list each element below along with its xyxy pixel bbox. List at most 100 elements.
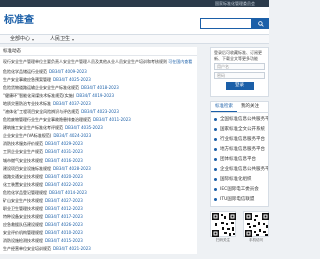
list-item-code: DB34/T 4015-2023 bbox=[45, 237, 83, 243]
list-item-title: “健康环”智能化采煤技术标准规范(实施) bbox=[3, 93, 75, 99]
list-item[interactable]: 应急救援队伍建设规程 DB34/T 4026-2023 bbox=[3, 221, 194, 229]
sidebar-link[interactable]: 全国标准信息公共服务平台 bbox=[211, 114, 268, 124]
qr-block-wechat: 扫码关注 bbox=[210, 211, 236, 243]
list-item[interactable]: 企业安全生产(VA标准规范) DB34/T 4024-2023 bbox=[3, 132, 194, 140]
list-item-code: DB34/T 4037-2023 bbox=[53, 101, 91, 107]
bullet-icon bbox=[214, 117, 217, 121]
username-field[interactable]: 用户名 bbox=[214, 63, 265, 70]
list-item[interactable]: 危险化学品登记管理规程 DB34/T 4014-2023 bbox=[3, 189, 194, 197]
list-item[interactable]: 道路交通安全技术规程 DB34/T 4020-2023 bbox=[3, 173, 194, 181]
list-item[interactable]: 职业卫生管理技术规程 DB34/T 4012-2023 bbox=[3, 205, 194, 213]
list-item-title: 建设项目安全设施标准规程 bbox=[3, 165, 51, 171]
login-note: 登录后可收藏标准、订阅更新、下载全文等更多功能 bbox=[214, 50, 262, 61]
list-item[interactable]: 工贸企业安全生产规范 DB34/T 4031-2023 bbox=[3, 148, 194, 156]
list-item-title: 应急救援队伍建设规程 bbox=[3, 221, 43, 227]
lead-text: 现行安全生产管理单位主要负责人安全生产管理人员及其他从业人员安全生产培训和考核规… bbox=[3, 59, 167, 64]
list-item[interactable]: 特种设备安全技术规程 DB34/T 4017-2023 bbox=[3, 213, 194, 221]
qr-label-mobile: 手机访问 bbox=[249, 238, 263, 242]
list-item[interactable]: 安全评价机构管理规程 DB34/T 4010-2023 bbox=[3, 229, 194, 237]
list-item-title: 企业安全生产(VA标准规范) bbox=[3, 133, 52, 139]
list-item[interactable]: 建设项目安全设施标准规程 DB34/T 4028-2023 bbox=[3, 165, 194, 173]
qr-codes: 扫码关注 手机访问 bbox=[210, 211, 269, 243]
list-item-code: DB34/T 4035-2023 bbox=[65, 125, 103, 131]
list-item-code: DB34/T 4019-2023 bbox=[76, 93, 115, 99]
tab-my-follow[interactable]: 我的关注 bbox=[237, 102, 263, 112]
top-bar-text: 国家标准化管理委员会 bbox=[215, 1, 255, 6]
sidebar-link[interactable]: 团体标准信息平台 bbox=[211, 154, 268, 164]
bullet-icon bbox=[214, 147, 217, 151]
search-input[interactable] bbox=[200, 18, 252, 29]
sidebar-link-label: IEC国际电工委员会 bbox=[220, 187, 259, 192]
sidebar-link-label: 企业标准信息公共服务平台 bbox=[220, 167, 268, 172]
list-item[interactable]: 建筑施工安全生产标准化考评规范 DB34/T 4035-2023 bbox=[3, 124, 194, 132]
login-button[interactable]: 登录 bbox=[225, 82, 254, 90]
list-item-title: 危险化学品登记管理规程 bbox=[3, 189, 47, 195]
list-item-code: DB34/T 4031-2023 bbox=[45, 149, 83, 155]
search-button[interactable] bbox=[252, 18, 269, 29]
sidebar-link[interactable]: 企业标准信息公共服务平台 bbox=[211, 164, 268, 174]
list-item[interactable]: 矿山安全生产技术规程 DB34/T 4027-2023 bbox=[3, 197, 194, 205]
list-item-code: DB34/T 4028-2023 bbox=[53, 165, 91, 171]
nav-item-health[interactable]: 人民卫生 ▾ bbox=[50, 35, 74, 44]
list-item[interactable]: “液体化”工程项目安全风险辨识与评估规范 DB34/T 4023-2023 bbox=[3, 108, 194, 116]
list-item[interactable]: 生产安全事故应急预案管理 DB34/T 4025-2023 bbox=[3, 76, 194, 84]
list-item[interactable]: 危险废物管理行业生产安全事故隐患排查治理规范 DB34/T 4011-2023 bbox=[3, 116, 194, 124]
main-nav: 全部中心 ▾ 人民卫生 ▾ bbox=[0, 35, 269, 44]
list-item-code: DB34/T 4014-2023 bbox=[49, 189, 87, 195]
list-item-code: DB34/T 4022-2023 bbox=[45, 181, 83, 187]
sidebar-link[interactable]: 行业标准信息服务平台 bbox=[211, 134, 268, 144]
sidebar-link[interactable]: ITU国际电信联盟 bbox=[211, 194, 268, 204]
password-field[interactable]: 密码 bbox=[214, 72, 265, 79]
list-item[interactable]: 生产经营单位安全培训规范 DB34/T 4021-2023 bbox=[3, 245, 194, 253]
list-item-title: 危险废物管理行业生产安全事故隐患排查治理规范 bbox=[3, 117, 91, 123]
nav-item-all-centers[interactable]: 全部中心 ▾ bbox=[10, 35, 34, 44]
list-item-code: DB34/T 4010-2023 bbox=[45, 229, 83, 235]
list-item-code: DB34/T 4020-2023 bbox=[45, 173, 83, 179]
list-item[interactable]: 城市燃气安全技术规程 DB34/T 4016-2023 bbox=[3, 157, 194, 165]
list-item[interactable]: “健康环”智能化采煤技术标准规范(实施) DB34/T 4019-2023 bbox=[3, 92, 194, 100]
list-item-code: DB34/T 4023-2023 bbox=[81, 109, 119, 115]
news-list: 现行安全生产管理单位主要负责人安全生产管理人员及其他从业人员安全生产培训和考核规… bbox=[0, 56, 197, 253]
standards-list: 危险化学品储运行业规范 DB34/T 4009-2023 生产安全事故应急预案管理 D… bbox=[3, 68, 194, 253]
list-item-title: 建筑施工安全生产标准化考评规范 bbox=[3, 125, 63, 131]
tab-standard-search[interactable]: 标准检索 bbox=[211, 102, 237, 112]
list-item-title: 道路交通安全技术规程 bbox=[3, 173, 43, 179]
sidebar-link[interactable]: IEC国际电工委员会 bbox=[211, 184, 268, 194]
list-item[interactable]: 危险货物道路运输企业安全生产标准化规范 DB34/T 4018-2023 bbox=[3, 84, 194, 92]
list-item-title: 化工装置安全技术规程 bbox=[3, 181, 43, 187]
bullet-icon bbox=[214, 187, 217, 191]
list-item-title: 矿山安全生产技术规程 bbox=[3, 197, 43, 203]
header: 标准查 bbox=[0, 7, 269, 35]
sidebar-link[interactable]: 地方标准信息服务平台 bbox=[211, 144, 268, 154]
qr-block-mobile: 手机访问 bbox=[243, 211, 269, 243]
list-item[interactable]: 消防设施检测技术规程 DB34/T 4015-2023 bbox=[3, 237, 194, 245]
bullet-icon bbox=[214, 127, 217, 131]
list-item-title: 地质灾害防治专业技术标准 bbox=[3, 101, 51, 107]
sidebar-links: 全国标准信息公共服务平台国家标准全文公开系统行业标准信息服务平台地方标准信息服务… bbox=[210, 112, 269, 207]
list-item-title: 特种设备安全技术规程 bbox=[3, 213, 43, 219]
list-item-code: DB34/T 4009-2023 bbox=[49, 69, 87, 74]
list-item-code: DB34/T 4016-2023 bbox=[45, 157, 83, 163]
list-item[interactable]: 消防技术服务评价规范 DB34/T 4029-2023 bbox=[3, 140, 194, 148]
list-item-title: 消防技术服务评价规范 bbox=[3, 141, 43, 147]
sidebar-link-label: 团体标准信息平台 bbox=[220, 157, 256, 162]
sidebar-link-label: ITU国际电信联盟 bbox=[220, 197, 255, 202]
sidebar-link-label: 行业标准信息服务平台 bbox=[220, 137, 265, 142]
sidebar-link-label: 全国标准信息公共服务平台 bbox=[220, 117, 268, 122]
list-item-title: 生产安全事故应急预案管理 bbox=[3, 77, 51, 83]
list-item-title: 城市燃气安全技术规程 bbox=[3, 157, 43, 163]
site-logo[interactable]: 标准查 bbox=[4, 14, 34, 28]
list-item[interactable]: 化工装置安全技术规程 DB34/T 4022-2023 bbox=[3, 181, 194, 189]
list-item-code: DB34/T 4024-2023 bbox=[53, 133, 92, 139]
bullet-icon bbox=[214, 197, 217, 201]
lead-paragraph[interactable]: 现行安全生产管理单位主要负责人安全生产管理人员及其他从业人员安全生产培训和考核规… bbox=[3, 59, 194, 65]
lead-tag[interactable]: 可在国内查看 bbox=[168, 59, 192, 64]
sidebar-link[interactable]: 国际标准化组织 bbox=[211, 174, 268, 184]
sidebar-link[interactable]: 国家标准全文公开系统 bbox=[211, 124, 268, 134]
list-item-code: DB34/T 4029-2023 bbox=[45, 141, 83, 147]
list-item[interactable]: 危险化学品储运行业规范 DB34/T 4009-2023 bbox=[3, 68, 194, 76]
nav-item-label: 人民卫生 bbox=[50, 36, 71, 42]
list-item-code: DB34/T 4017-2023 bbox=[45, 213, 83, 219]
list-item[interactable]: 地质灾害防治专业技术标准 DB34/T 4037-2023 bbox=[3, 100, 194, 108]
footer bbox=[0, 254, 269, 259]
